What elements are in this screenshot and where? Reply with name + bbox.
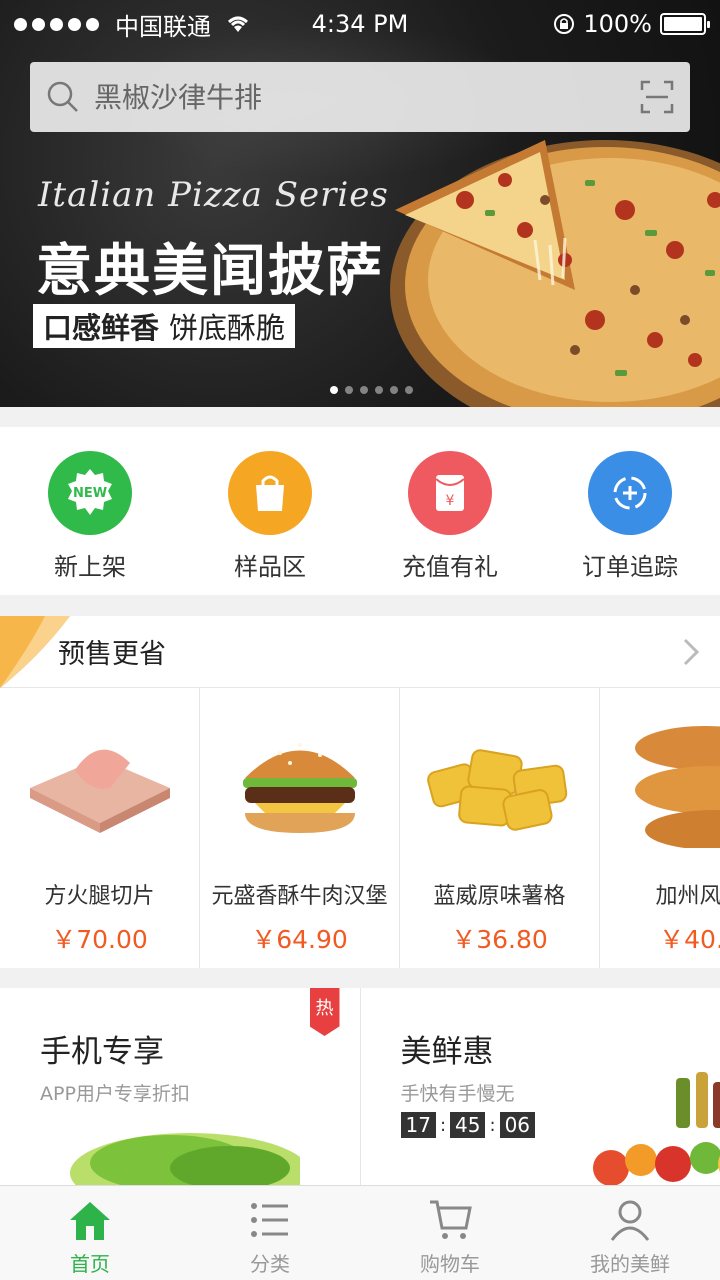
tab-label: 分类: [250, 1252, 290, 1276]
tab-my-account[interactable]: 我的美鲜: [540, 1186, 720, 1280]
lettuce-image: [70, 1133, 300, 1188]
carousel-dot[interactable]: [405, 386, 413, 394]
category-shortcuts: NEW 新上架 样品区 ¥ 充值有礼 订单追踪: [0, 427, 720, 595]
category-label: 样品区: [234, 553, 306, 581]
presale-title: 预售更省: [58, 639, 166, 670]
tab-label: 首页: [70, 1252, 110, 1276]
product-name: 蓝威原味薯格: [433, 884, 566, 909]
cart-icon: [430, 1200, 472, 1239]
timer-hours: 17: [400, 1112, 436, 1138]
battery-icon: [660, 13, 710, 35]
carousel-dot[interactable]: [345, 386, 353, 394]
search-bar[interactable]: [30, 62, 690, 132]
tracking-target-icon: [588, 451, 672, 535]
category-order-tracking[interactable]: 订单追踪: [540, 427, 720, 595]
corner-decoration-icon: [0, 616, 70, 688]
carousel-dot[interactable]: [375, 386, 383, 394]
search-input[interactable]: [94, 80, 640, 114]
home-icon: [70, 1202, 110, 1240]
shopping-bag-icon: [228, 451, 312, 535]
banner-sub-bold: 口感鲜香: [43, 311, 160, 345]
svg-text:¥: ¥: [446, 493, 455, 509]
timer-seconds: 06: [499, 1112, 536, 1138]
battery-percent: 100%: [583, 10, 652, 38]
promo-mobile-exclusive[interactable]: 热 手机专享 APP用户专享折扣: [0, 988, 360, 1188]
category-recharge-gift[interactable]: ¥ 充值有礼: [360, 427, 540, 595]
promo-subtitle: APP用户专享折扣: [40, 1083, 190, 1105]
carrier-label: 中国联通: [115, 12, 211, 41]
product-card[interactable]: 加州风情 ￥40.8: [600, 688, 720, 968]
promo-title: 美鲜惠: [400, 1034, 494, 1070]
home-screen: 中国联通 4:34 PM 100% 黑椒沙律牛排 Italian Pizza S…: [0, 0, 720, 1280]
status-bar: 中国联通 4:34 PM 100%: [0, 0, 720, 48]
carousel-dots[interactable]: [330, 386, 413, 394]
banner-subtitle: 口感鲜香 饼底酥脆: [33, 304, 296, 348]
product-price: ￥40.8: [659, 925, 720, 954]
tab-label: 购物车: [420, 1252, 480, 1276]
groceries-image: [592, 1072, 720, 1186]
hot-badge: 热: [309, 988, 340, 1036]
rotation-lock-icon: [554, 14, 575, 34]
product-name: 元盛香酥牛肉汉堡: [211, 884, 388, 909]
list-icon: [251, 1203, 288, 1237]
red-envelope-icon: ¥: [408, 451, 492, 535]
burger-image: [215, 708, 385, 858]
category-new-arrivals[interactable]: NEW 新上架: [0, 427, 180, 595]
presale-product-list: 方火腿切片 ￥70.00 元盛香酥牛肉汉堡 ￥64.90 蓝威原味薯格 ￥36.…: [0, 688, 720, 968]
search-icon: [47, 81, 78, 112]
signal-icon: [14, 17, 99, 31]
promo-meixian-deal[interactable]: 美鲜惠 手快有手慢无 17 : 45 : 06: [359, 988, 720, 1188]
presale-section: 预售更省 方火腿切片 ￥70.00 元盛香酥牛肉汉堡 ￥64.90 蓝威原味薯格…: [0, 616, 720, 968]
tab-cart[interactable]: 购物车: [360, 1186, 540, 1280]
banner-title: 意典美闻披萨: [36, 238, 384, 304]
presale-header[interactable]: 预售更省: [0, 616, 720, 688]
product-price: ￥36.80: [451, 925, 548, 954]
carousel-dot[interactable]: [390, 386, 398, 394]
promo-section: 热 手机专享 APP用户专享折扣 美鲜惠 手快有手慢无 17 : 45 : 06: [0, 988, 720, 1188]
product-card[interactable]: 元盛香酥牛肉汉堡 ￥64.90: [200, 688, 400, 968]
user-icon: [610, 1200, 650, 1241]
ham-slices-image: [15, 708, 185, 858]
product-name: 方火腿切片: [44, 884, 155, 909]
product-name: 加州风情: [655, 884, 720, 909]
chicken-wings-image: [615, 708, 720, 858]
new-badge-icon: NEW: [48, 451, 132, 535]
tab-categories[interactable]: 分类: [180, 1186, 360, 1280]
waffle-fries-image: [415, 708, 585, 858]
scan-icon[interactable]: [640, 80, 674, 114]
category-label: 充值有礼: [402, 553, 498, 581]
carousel-dot[interactable]: [330, 386, 338, 394]
banner-sub-normal: 饼底酥脆: [169, 311, 286, 345]
promo-title: 手机专享: [40, 1034, 164, 1070]
tab-home[interactable]: 首页: [0, 1186, 180, 1280]
category-samples[interactable]: 样品区: [180, 427, 360, 595]
product-price: ￥64.90: [251, 925, 348, 954]
tab-label: 我的美鲜: [590, 1252, 670, 1276]
product-card[interactable]: 方火腿切片 ￥70.00: [0, 688, 200, 968]
wifi-icon: [228, 16, 248, 32]
category-label: 订单追踪: [582, 553, 678, 581]
product-card[interactable]: 蓝威原味薯格 ￥36.80: [400, 688, 600, 968]
chevron-right-icon[interactable]: [682, 638, 700, 666]
pizza-image: [390, 140, 720, 407]
carousel-dot[interactable]: [360, 386, 368, 394]
bottom-tab-bar: 首页 分类 购物车 我的美鲜: [0, 1185, 720, 1280]
timer-minutes: 45: [450, 1112, 486, 1138]
category-label: 新上架: [54, 553, 126, 581]
hero-banner[interactable]: 中国联通 4:34 PM 100% 黑椒沙律牛排 Italian Pizza S…: [0, 0, 720, 407]
banner-english-title: Italian Pizza Series: [38, 175, 389, 215]
product-price: ￥70.00: [51, 925, 148, 954]
new-badge-text: NEW: [73, 486, 107, 501]
